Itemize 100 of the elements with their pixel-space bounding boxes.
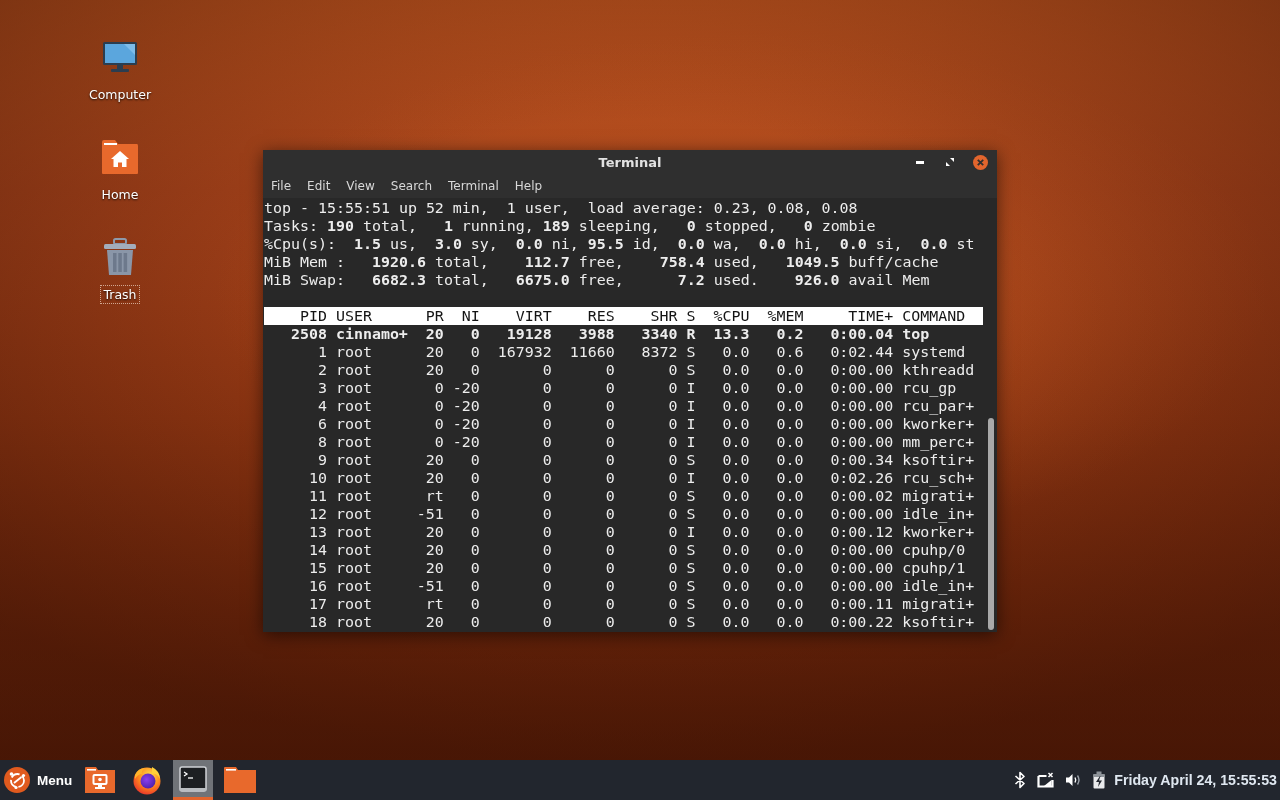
- table-cell: 0: [542, 595, 552, 613]
- table-cell: 2508: [290, 325, 327, 343]
- table-cell: 0: [605, 577, 615, 595]
- table-cell: 0: [542, 505, 552, 523]
- table-cell: 0: [668, 577, 678, 595]
- table-cell: 0: [470, 541, 480, 559]
- column-header: USER: [335, 307, 372, 325]
- summary-line: MiB Swap: 6682.3 total, 6675.0 free, 7.2 used. 926.0 avail Mem: [264, 271, 930, 289]
- table-cell: 2: [317, 361, 327, 379]
- table-cell: 0: [542, 523, 552, 541]
- table-cell: 13.3: [713, 325, 750, 343]
- table-cell: 0.0: [722, 379, 750, 397]
- table-cell: 167932: [497, 343, 552, 361]
- menu-item[interactable]: Search: [382, 174, 441, 198]
- table-cell: 0:00.00: [830, 433, 894, 451]
- table-cell: 0.0: [722, 613, 750, 631]
- table-cell: 8372: [641, 343, 678, 361]
- table-cell: 0: [542, 433, 552, 451]
- table-cell: 18: [308, 613, 327, 631]
- table-cell: top: [902, 325, 930, 343]
- table-cell: -51: [416, 505, 444, 523]
- table-cell: 0.2: [776, 325, 804, 343]
- table-cell: 0: [470, 469, 480, 487]
- column-header: %CPU: [713, 307, 750, 325]
- terminal-icon: [179, 766, 207, 792]
- table-cell: 0: [605, 487, 615, 505]
- menu-item[interactable]: Edit: [299, 174, 339, 198]
- table-cell: 0: [470, 523, 480, 541]
- network-icon[interactable]: [1037, 772, 1055, 788]
- home-folder-icon[interactable]: [101, 139, 139, 175]
- table-cell: S: [686, 613, 696, 631]
- table-cell: root: [335, 487, 372, 505]
- table-cell: 0: [542, 541, 552, 559]
- table-cell: kthreadd: [902, 361, 975, 379]
- table-cell: 17: [308, 595, 327, 613]
- table-cell: 0:00.04: [830, 325, 894, 343]
- table-cell: 0: [542, 487, 552, 505]
- icon-label[interactable]: Trash: [100, 285, 140, 304]
- table-cell: 0: [605, 559, 615, 577]
- table-cell: 13: [308, 523, 327, 541]
- table-cell: cpuhp/0: [902, 541, 966, 559]
- icon-label[interactable]: Computer: [85, 85, 155, 104]
- table-cell: 0.0: [722, 415, 750, 433]
- table-cell: S: [686, 595, 696, 613]
- column-header: TIME+: [848, 307, 894, 325]
- table-cell: 0: [542, 577, 552, 595]
- table-cell: 0:00.00: [830, 559, 894, 577]
- volume-icon[interactable]: [1065, 773, 1083, 787]
- table-cell: 0: [668, 523, 678, 541]
- icon-label[interactable]: Home: [98, 185, 142, 204]
- menu-button[interactable]: Menu: [0, 760, 80, 800]
- table-cell: 0: [470, 505, 480, 523]
- table-cell: 0: [668, 361, 678, 379]
- table-cell: 0.0: [722, 559, 750, 577]
- close-icon: [972, 154, 988, 170]
- table-cell: 0: [668, 379, 678, 397]
- computer-icon[interactable]: [102, 41, 138, 73]
- window-title: Terminal: [598, 154, 662, 170]
- bluetooth-icon[interactable]: [1014, 771, 1027, 789]
- menu-item[interactable]: File: [263, 174, 300, 198]
- table-cell: 0.0: [776, 523, 804, 541]
- table-cell: root: [335, 451, 372, 469]
- battery-charging-icon[interactable]: [1093, 771, 1106, 789]
- column-header: PID: [299, 307, 327, 325]
- table-cell: 0: [542, 361, 552, 379]
- menu-item[interactable]: Help: [506, 174, 551, 198]
- table-cell: 0: [605, 451, 615, 469]
- table-cell: 0:00.22: [830, 613, 894, 631]
- table-cell: S: [686, 343, 696, 361]
- table-cell: S: [686, 577, 696, 595]
- launcher-button[interactable]: [173, 760, 213, 800]
- table-cell: 0: [605, 379, 615, 397]
- table-cell: 0.0: [776, 415, 804, 433]
- clock[interactable]: Friday April 24, 15:55:53: [1114, 772, 1277, 788]
- table-cell: 0.0: [722, 577, 750, 595]
- table-cell: 0: [470, 577, 480, 595]
- table-cell: ksoftir+: [902, 613, 975, 631]
- browser-icon: [131, 765, 162, 795]
- table-cell: 16: [308, 577, 327, 595]
- trash-icon[interactable]: [102, 238, 138, 276]
- table-cell: 0.0: [776, 487, 804, 505]
- table-cell: 0:00.00: [830, 541, 894, 559]
- table-cell: 20: [425, 541, 444, 559]
- table-cell: 0: [668, 433, 678, 451]
- minimize-icon: [916, 160, 924, 164]
- table-cell: 0: [668, 595, 678, 613]
- table-cell: root: [335, 595, 372, 613]
- table-cell: 0: [605, 613, 615, 631]
- menu-item[interactable]: View: [338, 174, 383, 198]
- table-cell: 0: [434, 379, 444, 397]
- table-cell: 0: [668, 559, 678, 577]
- scrollbar-thumb[interactable]: [987, 418, 994, 630]
- table-cell: I: [686, 523, 696, 541]
- table-cell: rcu_gp: [902, 379, 957, 397]
- table-cell: 0:00.12: [830, 523, 894, 541]
- table-cell: R: [686, 325, 696, 343]
- column-header: PR: [425, 307, 444, 325]
- table-cell: 0.0: [776, 577, 804, 595]
- menu-item[interactable]: Terminal: [440, 174, 507, 198]
- table-cell: 0:00.00: [830, 361, 894, 379]
